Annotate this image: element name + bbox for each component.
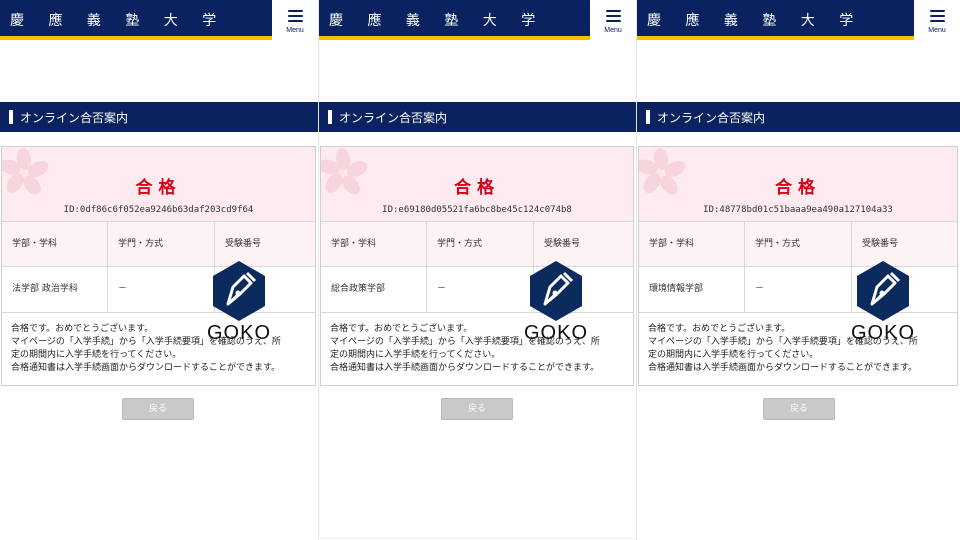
watermark-text: GOKO bbox=[206, 322, 271, 344]
watermark: GOKO bbox=[851, 260, 914, 345]
brand-bar: 慶 應 義 塾 大 学 bbox=[0, 0, 272, 40]
result-panel-2: 慶 應 義 塾 大 学 Menu オンライン合否案内 合格 ID:e69180d… bbox=[318, 0, 636, 540]
hamburger-menu-icon bbox=[288, 10, 303, 22]
section-title: オンライン合否案内 bbox=[657, 111, 766, 125]
menu-label: Menu bbox=[604, 27, 622, 34]
watermark-text: GOKO bbox=[850, 322, 915, 344]
brand-bar: 慶 應 義 塾 大 学 bbox=[637, 0, 914, 40]
message-line: 合格通知書は入学手続画面からダウンロードすることができます。 bbox=[648, 363, 918, 373]
watermark-text: GOKO bbox=[523, 322, 588, 344]
result-status: 合格 bbox=[775, 178, 821, 198]
header-faculty: 学部・学科 bbox=[12, 239, 58, 249]
message-line: 定の期間内に入学手続を行ってください。 bbox=[648, 350, 819, 360]
result-panel-3: 慶 應 義 塾 大 学 Menu オンライン合否案内 合格 ID:48778bd… bbox=[636, 0, 960, 540]
back-button[interactable]: 戻る bbox=[441, 398, 513, 420]
result-panel-1: 慶 應 義 塾 大 学 Menu オンライン合否案内 合格 ID:0df86c6… bbox=[0, 0, 318, 540]
faculty-value: 総合政策学部 bbox=[331, 284, 386, 294]
section-header: オンライン合否案内 bbox=[637, 102, 960, 132]
result-id: ID:48778bd01c51baaa9ea490a127104a33 bbox=[703, 205, 893, 215]
result-status: 合格 bbox=[135, 178, 182, 198]
result-card: 合格 ID:e69180d05521fa6bc8be45c124c074b8 学… bbox=[320, 146, 634, 386]
back-button[interactable]: 戻る bbox=[763, 398, 835, 420]
result-id: ID:e69180d05521fa6bc8be45c124c074b8 bbox=[382, 205, 572, 215]
menu-button[interactable]: Menu bbox=[590, 0, 636, 40]
message-line: 合格通知書は入学手続画面からダウンロードすることができます。 bbox=[11, 363, 281, 373]
header-faculty: 学部・学科 bbox=[331, 239, 377, 249]
screenshot-collage: 慶 應 義 塾 大 学 Menu オンライン合否案内 合格 ID:0df86c6… bbox=[0, 0, 960, 540]
message-line: 定の期間内に入学手続を行ってください。 bbox=[11, 350, 182, 360]
menu-button[interactable]: Menu bbox=[272, 0, 318, 40]
menu-button[interactable]: Menu bbox=[914, 0, 960, 40]
method-value: － bbox=[744, 267, 851, 312]
result-status: 合格 bbox=[454, 178, 500, 198]
result-id: ID:0df86c6f052ea9246b63daf203cd9f64 bbox=[63, 205, 254, 215]
university-name: 慶 應 義 塾 大 学 bbox=[329, 13, 546, 29]
faculty-value: 環境情報学部 bbox=[649, 284, 704, 294]
university-name: 慶 應 義 塾 大 学 bbox=[647, 13, 864, 29]
fountain-pen-nib-icon bbox=[857, 261, 909, 321]
fountain-pen-nib-icon bbox=[530, 261, 582, 321]
faculty-value: 法学部 政治学科 bbox=[12, 284, 78, 294]
university-name: 慶 應 義 塾 大 学 bbox=[10, 13, 227, 29]
back-button[interactable]: 戻る bbox=[122, 398, 194, 420]
table-header-row: 学部・学科 学門・方式 受験番号 bbox=[321, 221, 633, 267]
fountain-pen-nib-icon bbox=[213, 261, 265, 321]
site-header: 慶 應 義 塾 大 学 Menu bbox=[637, 0, 960, 40]
section-header: オンライン合否案内 bbox=[0, 102, 318, 132]
message-line: 合格通知書は入学手続画面からダウンロードすることができます。 bbox=[330, 363, 600, 373]
divider bbox=[319, 538, 636, 539]
header-method: 学門・方式 bbox=[107, 222, 214, 266]
header-method: 学門・方式 bbox=[426, 222, 533, 266]
message-line: 定の期間内に入学手続を行ってください。 bbox=[330, 350, 501, 360]
header-faculty: 学部・学科 bbox=[649, 239, 695, 249]
section-title: オンライン合否案内 bbox=[20, 111, 129, 125]
site-header: 慶 應 義 塾 大 学 Menu bbox=[319, 0, 636, 40]
site-header: 慶 應 義 塾 大 学 Menu bbox=[0, 0, 318, 40]
brand-bar: 慶 應 義 塾 大 学 bbox=[319, 0, 590, 40]
result-header: 合格 ID:e69180d05521fa6bc8be45c124c074b8 bbox=[321, 147, 633, 221]
watermark: GOKO bbox=[207, 260, 270, 345]
method-value: － bbox=[426, 267, 533, 312]
method-value: － bbox=[107, 267, 214, 312]
hamburger-menu-icon bbox=[606, 10, 621, 22]
hamburger-menu-icon bbox=[930, 10, 945, 22]
header-method: 学門・方式 bbox=[744, 222, 851, 266]
section-marker bbox=[328, 110, 332, 124]
watermark: GOKO bbox=[524, 260, 587, 345]
section-title: オンライン合否案内 bbox=[339, 111, 448, 125]
section-header: オンライン合否案内 bbox=[319, 102, 636, 132]
result-header: 合格 ID:0df86c6f052ea9246b63daf203cd9f64 bbox=[2, 147, 315, 221]
result-header: 合格 ID:48778bd01c51baaa9ea490a127104a33 bbox=[639, 147, 957, 221]
menu-label: Menu bbox=[286, 27, 304, 34]
table-row: 総合政策学部 － bbox=[321, 267, 633, 313]
section-marker bbox=[646, 110, 650, 124]
section-marker bbox=[9, 110, 13, 124]
menu-label: Menu bbox=[928, 27, 946, 34]
